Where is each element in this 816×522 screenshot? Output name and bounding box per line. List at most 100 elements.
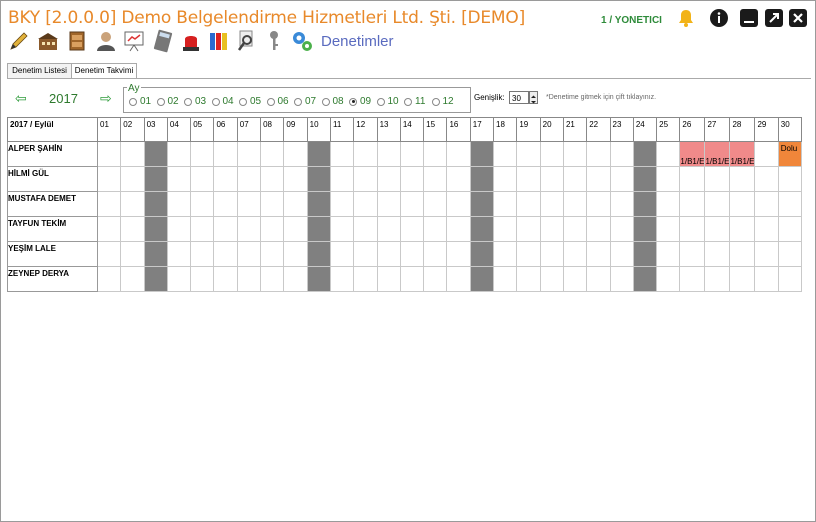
day-cell[interactable] — [353, 141, 378, 167]
day-cell[interactable] — [586, 141, 611, 167]
radio-icon[interactable] — [129, 97, 137, 106]
day-cell[interactable] — [469, 241, 495, 267]
day-cell[interactable] — [609, 241, 634, 267]
day-cell[interactable] — [260, 166, 285, 192]
day-cell[interactable] — [679, 216, 706, 242]
day-cell[interactable] — [283, 216, 308, 242]
day-cell[interactable] — [236, 191, 262, 217]
day-cell[interactable] — [469, 141, 495, 167]
day-cell[interactable] — [329, 266, 355, 292]
day-cell[interactable] — [632, 191, 658, 217]
day-cell[interactable] — [213, 216, 238, 242]
day-cell[interactable] — [729, 166, 756, 192]
day-cell[interactable] — [656, 141, 681, 167]
day-cell[interactable] — [283, 241, 308, 267]
day-cell[interactable] — [236, 216, 262, 242]
month-radio-06[interactable]: 06 — [266, 96, 289, 107]
day-cell[interactable] — [353, 241, 378, 267]
day-cell[interactable] — [446, 141, 471, 167]
day-cell[interactable] — [754, 141, 779, 167]
day-cell[interactable] — [260, 141, 285, 167]
day-cell[interactable] — [306, 241, 331, 267]
day-cell[interactable] — [399, 216, 425, 242]
day-cell[interactable] — [516, 166, 541, 192]
day-cell[interactable] — [729, 216, 756, 242]
day-cell[interactable] — [656, 266, 681, 292]
month-radio-04[interactable]: 04 — [211, 96, 234, 107]
month-radio-11[interactable]: 11 — [404, 96, 425, 107]
day-cell[interactable] — [469, 266, 495, 292]
day-cell[interactable] — [679, 166, 706, 192]
day-cell[interactable] — [704, 216, 731, 242]
day-cell[interactable] — [120, 141, 145, 167]
day-cell[interactable] — [704, 166, 731, 192]
building-icon[interactable] — [37, 29, 59, 53]
day-cell[interactable] — [446, 191, 471, 217]
day-cell[interactable] — [423, 241, 448, 267]
day-cell[interactable] — [190, 141, 215, 167]
user-icon[interactable] — [95, 29, 117, 53]
day-cell[interactable] — [729, 191, 756, 217]
day-cell[interactable] — [190, 216, 215, 242]
day-cell[interactable] — [329, 191, 355, 217]
day-cell[interactable] — [399, 191, 425, 217]
day-cell[interactable] — [213, 266, 238, 292]
day-cell[interactable] — [729, 266, 756, 292]
day-cell[interactable] — [754, 166, 779, 192]
day-cell[interactable] — [632, 266, 658, 292]
day-cell[interactable] — [329, 166, 355, 192]
day-cell[interactable] — [632, 241, 658, 267]
day-cell[interactable] — [446, 241, 471, 267]
day-cell[interactable] — [166, 216, 192, 242]
day-cell[interactable] — [562, 191, 588, 217]
day-cell[interactable] — [329, 141, 355, 167]
day-cell[interactable] — [609, 141, 634, 167]
day-cell[interactable] — [609, 166, 634, 192]
day-cell[interactable] — [586, 216, 611, 242]
day-cell[interactable] — [120, 166, 145, 192]
day-cell[interactable] — [539, 216, 564, 242]
day-cell[interactable] — [562, 166, 588, 192]
day-cell[interactable] — [399, 266, 425, 292]
month-radio-07[interactable]: 07 — [294, 96, 316, 107]
day-cell[interactable] — [493, 241, 518, 267]
month-radio-05[interactable]: 05 — [239, 96, 261, 107]
tab-denetim-takvimi[interactable]: Denetim Takvimi — [71, 63, 137, 79]
radio-icon[interactable] — [184, 97, 192, 106]
day-cell[interactable] — [96, 241, 122, 267]
day-cell[interactable] — [704, 241, 731, 267]
tab-denetim-listesi[interactable]: Denetim Listesi — [7, 63, 72, 78]
day-cell[interactable] — [777, 266, 803, 292]
day-cell[interactable] — [754, 266, 779, 292]
day-cell[interactable] — [516, 216, 541, 242]
key-icon[interactable] — [264, 29, 286, 53]
audit-entry-cell[interactable]: 1/B1/E — [679, 141, 706, 167]
day-cell[interactable] — [143, 241, 168, 267]
day-cell[interactable] — [213, 191, 238, 217]
day-cell[interactable] — [329, 241, 355, 267]
radio-icon[interactable] — [321, 97, 330, 106]
day-cell[interactable] — [120, 191, 145, 217]
radio-icon[interactable] — [404, 97, 412, 106]
day-cell[interactable] — [423, 216, 448, 242]
day-cell[interactable] — [236, 166, 262, 192]
day-cell[interactable] — [143, 166, 168, 192]
day-cell[interactable] — [539, 191, 564, 217]
close-icon[interactable] — [788, 8, 808, 28]
day-cell[interactable] — [166, 191, 192, 217]
day-cell[interactable] — [236, 266, 262, 292]
full-day-cell[interactable]: Dolu — [777, 141, 803, 167]
day-cell[interactable] — [166, 166, 192, 192]
info-icon[interactable] — [709, 8, 729, 28]
day-cell[interactable] — [493, 216, 518, 242]
day-cell[interactable] — [353, 166, 378, 192]
day-cell[interactable] — [143, 266, 168, 292]
day-cell[interactable] — [632, 216, 658, 242]
day-cell[interactable] — [423, 191, 448, 217]
day-cell[interactable] — [586, 266, 611, 292]
day-cell[interactable] — [190, 266, 215, 292]
day-cell[interactable] — [306, 141, 331, 167]
day-cell[interactable] — [539, 266, 564, 292]
binders-icon[interactable] — [208, 29, 230, 53]
day-cell[interactable] — [353, 191, 378, 217]
